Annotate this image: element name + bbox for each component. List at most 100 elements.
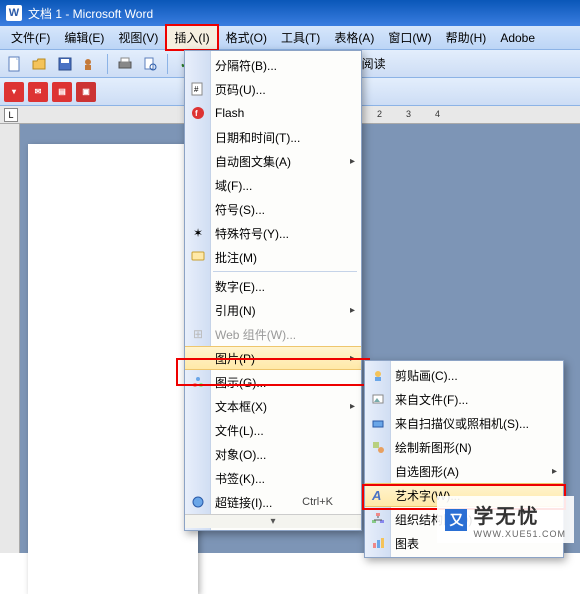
- mi-label: 绘制新图形(N): [395, 439, 472, 456]
- separator: [107, 54, 108, 74]
- flash-icon: f: [189, 104, 207, 122]
- mi-object[interactable]: 对象(O)...: [185, 442, 361, 466]
- mi-number[interactable]: 数字(E)...: [185, 274, 361, 298]
- menu-separator: [213, 271, 357, 272]
- mi-label: Flash: [215, 106, 244, 120]
- wordart-icon: A: [369, 486, 387, 504]
- new-doc-button[interactable]: [4, 53, 26, 75]
- ruler-corner: L: [4, 108, 18, 122]
- mi-webcomp[interactable]: ⊞ Web 组件(W)...: [185, 322, 361, 346]
- menu-insert[interactable]: 插入(I): [165, 24, 218, 51]
- preview-button[interactable]: [139, 53, 161, 75]
- mi-special[interactable]: ✶ 特殊符号(Y)...: [185, 221, 361, 245]
- mi-label: 分隔符(B)...: [215, 57, 277, 74]
- pdf-button-4[interactable]: ▣: [76, 82, 96, 102]
- mi-label: 图片(P): [215, 350, 255, 367]
- mi-break[interactable]: 分隔符(B)...: [185, 53, 361, 77]
- mi-field[interactable]: 域(F)...: [185, 173, 361, 197]
- newdraw-icon: [369, 438, 387, 456]
- mi-label: 页码(U)...: [215, 81, 266, 98]
- window-title: 文档 1 - Microsoft Word: [28, 5, 153, 22]
- mi-fromfile[interactable]: 来自文件(F)...: [365, 387, 563, 411]
- shortcut: Ctrl+K: [302, 496, 333, 508]
- tick: 3: [406, 109, 411, 123]
- read-label: 阅读: [362, 55, 386, 72]
- mi-label: 引用(N): [215, 302, 256, 319]
- clipart-icon: [369, 366, 387, 384]
- mi-label: 来自扫描仪或照相机(S)...: [395, 415, 529, 432]
- print-button[interactable]: [114, 53, 136, 75]
- mi-label: 剪贴画(C)...: [395, 367, 458, 384]
- insert-menu: 分隔符(B)... # 页码(U)... f Flash 日期和时间(T)... 自…: [184, 50, 362, 531]
- mi-label: 特殊符号(Y)...: [215, 225, 289, 242]
- watermark: 又 学无忧 WWW.XUE51.COM: [437, 496, 574, 543]
- scanner-icon: [369, 414, 387, 432]
- page[interactable]: [28, 144, 198, 594]
- mi-file[interactable]: 文件(L)...: [185, 418, 361, 442]
- pdf-button-3[interactable]: ▤: [52, 82, 72, 102]
- mi-symbol[interactable]: 符号(S)...: [185, 197, 361, 221]
- fromfile-icon: [369, 390, 387, 408]
- menu-view[interactable]: 视图(V): [111, 26, 165, 49]
- mi-label: 数字(E)...: [215, 278, 265, 295]
- mi-reference[interactable]: 引用(N): [185, 298, 361, 322]
- mi-label: 文本框(X): [215, 398, 267, 415]
- svg-text:#: #: [194, 85, 199, 94]
- mi-diagram[interactable]: 图示(G)...: [185, 370, 361, 394]
- menubar: 文件(F) 编辑(E) 视图(V) 插入(I) 格式(O) 工具(T) 表格(A…: [0, 26, 580, 50]
- titlebar: W 文档 1 - Microsoft Word: [0, 0, 580, 26]
- mi-label: 自选图形(A): [395, 463, 459, 480]
- svg-text:f: f: [195, 109, 198, 118]
- comment-icon: [189, 248, 207, 266]
- mi-label: 来自文件(F)...: [395, 391, 468, 408]
- save-button[interactable]: [54, 53, 76, 75]
- mi-newdraw[interactable]: 绘制新图形(N): [365, 435, 563, 459]
- mi-flash[interactable]: f Flash: [185, 101, 361, 125]
- mi-clipart[interactable]: 剪贴画(C)...: [365, 363, 563, 387]
- menu-format[interactable]: 格式(O): [219, 26, 274, 49]
- special-icon: ✶: [189, 224, 207, 242]
- menu-file[interactable]: 文件(F): [4, 26, 57, 49]
- mi-datetime[interactable]: 日期和时间(T)...: [185, 125, 361, 149]
- mi-label: 符号(S)...: [215, 201, 265, 218]
- mi-label: Web 组件(W)...: [215, 326, 296, 343]
- watermark-title: 学无忧: [473, 500, 566, 529]
- chart-icon: [369, 534, 387, 552]
- watermark-icon: 又: [445, 509, 467, 531]
- open-button[interactable]: [29, 53, 51, 75]
- mi-textbox[interactable]: 文本框(X): [185, 394, 361, 418]
- mi-label: 文件(L)...: [215, 422, 264, 439]
- mi-hyperlink[interactable]: 超链接(I)... Ctrl+K: [185, 490, 361, 514]
- mi-picture[interactable]: 图片(P): [185, 346, 361, 370]
- watermark-url: WWW.XUE51.COM: [473, 529, 566, 539]
- pdf-button-1[interactable]: ▾: [4, 82, 24, 102]
- diagram-icon: [189, 373, 207, 391]
- menu-expand-icon[interactable]: ▾: [185, 514, 361, 528]
- menu-window[interactable]: 窗口(W): [381, 26, 438, 49]
- pdf-button-2[interactable]: ✉: [28, 82, 48, 102]
- vertical-ruler: [0, 124, 20, 553]
- mi-label: 书签(K)...: [215, 470, 265, 487]
- orgchart-icon: [369, 510, 387, 528]
- pagenum-icon: #: [189, 80, 207, 98]
- tick: 4: [435, 109, 440, 123]
- mi-bookmark[interactable]: 书签(K)...: [185, 466, 361, 490]
- menu-edit[interactable]: 编辑(E): [57, 26, 111, 49]
- mi-label: 自动图文集(A): [215, 153, 291, 170]
- mi-autotext[interactable]: 自动图文集(A): [185, 149, 361, 173]
- menu-tools[interactable]: 工具(T): [274, 26, 327, 49]
- mi-autoshape[interactable]: 自选图形(A): [365, 459, 563, 483]
- separator: [167, 54, 168, 74]
- mi-pagenum[interactable]: # 页码(U)...: [185, 77, 361, 101]
- permissions-button[interactable]: [79, 53, 101, 75]
- mi-comment[interactable]: 批注(M): [185, 245, 361, 269]
- mi-label: 超链接(I)...: [215, 494, 272, 511]
- web-icon: ⊞: [189, 325, 207, 343]
- menu-adobe[interactable]: Adobe: [493, 28, 542, 48]
- hyperlink-icon: [189, 493, 207, 511]
- mi-scanner[interactable]: 来自扫描仪或照相机(S)...: [365, 411, 563, 435]
- menu-help[interactable]: 帮助(H): [439, 26, 494, 49]
- svg-text:A: A: [371, 488, 381, 502]
- mi-label: 批注(M): [215, 249, 257, 266]
- menu-table[interactable]: 表格(A): [327, 26, 381, 49]
